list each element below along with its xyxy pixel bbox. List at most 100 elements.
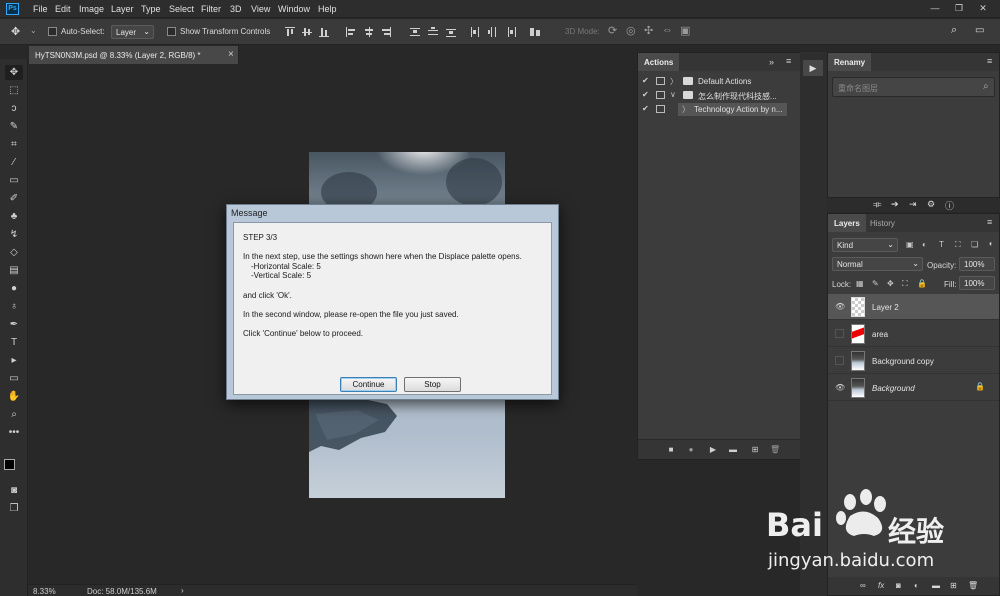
collapse-icon[interactable]: ∨ bbox=[670, 90, 676, 99]
filter-smart-object-icon[interactable]: ❏ bbox=[971, 240, 978, 249]
menu-edit[interactable]: Edit bbox=[55, 4, 71, 14]
quick-select-tool-icon[interactable]: ✎ bbox=[5, 119, 23, 134]
visibility-toggle[interactable] bbox=[835, 356, 844, 365]
distribute-left-icon[interactable] bbox=[470, 27, 480, 37]
move-tool-icon[interactable]: ✥ bbox=[5, 65, 23, 80]
marquee-tool-icon[interactable]: ⬚ bbox=[5, 83, 23, 98]
panel-menu-icon[interactable]: ≡ bbox=[786, 56, 791, 66]
align-hcenter-icon[interactable] bbox=[364, 27, 374, 37]
brush-tool-icon[interactable]: ✐ bbox=[5, 191, 23, 206]
stop-button[interactable]: Stop bbox=[404, 377, 461, 392]
filter-toggle-icon[interactable]: ◖ bbox=[988, 239, 993, 248]
zoom-level[interactable]: 8.33% bbox=[33, 587, 56, 596]
lock-transparent-icon[interactable]: ▦ bbox=[856, 279, 864, 288]
tab-renamy[interactable]: Renamy bbox=[828, 53, 872, 71]
workspace-icon[interactable]: ▭ bbox=[975, 25, 984, 36]
minimize-button[interactable]: — bbox=[928, 2, 942, 14]
stop-recording-icon[interactable]: ■ bbox=[666, 445, 676, 455]
expand-icon[interactable]: 〉 bbox=[682, 104, 690, 115]
layer-style-icon[interactable]: fx bbox=[878, 581, 884, 590]
gradient-tool-icon[interactable]: ▤ bbox=[5, 263, 23, 278]
blur-tool-icon[interactable]: ● bbox=[5, 281, 23, 296]
layer-name[interactable]: area bbox=[872, 330, 888, 339]
path-select-tool-icon[interactable]: ▸ bbox=[5, 353, 23, 368]
align-left-icon[interactable] bbox=[346, 27, 356, 37]
auto-align-icon[interactable] bbox=[530, 27, 540, 37]
zoom-tool-icon[interactable]: ⌕ bbox=[5, 407, 23, 422]
document-tab[interactable]: HyTSN0N3M.psd @ 8.33% (Layer 2, RGB/8) *… bbox=[29, 46, 239, 64]
play-panel-icon[interactable]: ▶ bbox=[803, 60, 823, 76]
menu-layer[interactable]: Layer bbox=[111, 4, 134, 14]
rectangle-tool-icon[interactable]: ▭ bbox=[5, 371, 23, 386]
menu-3d[interactable]: 3D bbox=[230, 4, 242, 14]
rename-tool-icon[interactable]: ⟚ bbox=[873, 199, 882, 210]
menu-image[interactable]: Image bbox=[79, 4, 104, 14]
layer-row[interactable]: Background copy bbox=[828, 348, 999, 374]
auto-select-dropdown[interactable]: Layer ⌄ bbox=[111, 25, 154, 39]
new-group-icon[interactable]: ▬ bbox=[932, 581, 940, 590]
tab-actions[interactable]: Actions bbox=[638, 53, 680, 71]
record-icon[interactable]: ● bbox=[686, 445, 696, 455]
status-menu-arrow-icon[interactable]: › bbox=[181, 586, 184, 595]
show-transform-checkbox[interactable] bbox=[167, 27, 176, 36]
link-layers-icon[interactable]: ∞ bbox=[860, 581, 866, 590]
layer-name[interactable]: Background bbox=[872, 384, 915, 393]
eraser-tool-icon[interactable]: ◇ bbox=[5, 245, 23, 260]
distribute-vcenter-icon[interactable] bbox=[428, 27, 438, 37]
screen-mode-icon[interactable]: ❐ bbox=[5, 501, 23, 516]
forward-icon[interactable]: ⇥ bbox=[909, 199, 917, 210]
info-icon[interactable]: ⓘ bbox=[945, 199, 954, 212]
align-right-icon[interactable] bbox=[381, 27, 391, 37]
more-tools-icon[interactable]: ••• bbox=[5, 425, 23, 440]
lock-all-icon[interactable]: 🔒 bbox=[917, 279, 927, 288]
toggle-check-icon[interactable]: ✔ bbox=[642, 104, 649, 113]
layer-name[interactable]: Background copy bbox=[872, 357, 934, 366]
3d-pan-icon[interactable]: ✣ bbox=[644, 24, 653, 37]
blend-mode-dropdown[interactable]: Normal ⌄ bbox=[832, 257, 923, 271]
rename-input[interactable]: 重命名图层 ⌕ bbox=[832, 77, 995, 97]
close-button[interactable]: ✕ bbox=[976, 2, 990, 14]
dodge-tool-icon[interactable]: ♁ bbox=[5, 299, 23, 314]
menu-view[interactable]: View bbox=[251, 4, 270, 14]
tab-layers[interactable]: Layers bbox=[828, 214, 866, 232]
menu-window[interactable]: Window bbox=[278, 4, 310, 14]
distribute-hcenter-icon[interactable] bbox=[488, 27, 498, 37]
pen-tool-icon[interactable]: ✒ bbox=[5, 317, 23, 332]
filter-shape-icon[interactable]: ⛶ bbox=[955, 240, 961, 250]
align-top-icon[interactable] bbox=[285, 27, 295, 37]
search-icon[interactable]: ⌕ bbox=[951, 24, 957, 37]
menu-select[interactable]: Select bbox=[169, 4, 194, 14]
foreground-color-swatch[interactable] bbox=[4, 459, 15, 470]
new-action-icon[interactable]: ⊞ bbox=[750, 445, 760, 455]
add-mask-icon[interactable]: ◙ bbox=[896, 581, 901, 590]
3d-scale-icon[interactable]: ▣ bbox=[680, 24, 690, 37]
fill-input[interactable]: 100% bbox=[959, 276, 995, 290]
expand-icon[interactable]: 〉 bbox=[670, 76, 678, 87]
delete-layer-icon[interactable]: 🗑 bbox=[968, 581, 978, 590]
delete-icon[interactable]: 🗑 bbox=[770, 445, 780, 455]
dialog-toggle-icon[interactable] bbox=[656, 105, 665, 113]
eye-icon[interactable]: 👁 bbox=[835, 383, 845, 392]
healing-brush-tool-icon[interactable]: ▭ bbox=[5, 173, 23, 188]
move-tool-icon[interactable]: ✥ bbox=[11, 25, 20, 38]
layer-name[interactable]: Layer 2 bbox=[872, 303, 899, 312]
distribute-right-icon[interactable] bbox=[506, 27, 516, 37]
history-brush-tool-icon[interactable]: ↯ bbox=[5, 227, 23, 242]
play-selection-icon[interactable]: ▶ bbox=[708, 445, 718, 455]
collapse-panel-icon[interactable]: » bbox=[769, 57, 774, 67]
lock-artboard-icon[interactable]: ⛶ bbox=[902, 279, 908, 289]
adjustment-layer-icon[interactable]: ◐ bbox=[914, 581, 919, 590]
dialog-toggle-icon[interactable] bbox=[656, 91, 665, 99]
menu-type[interactable]: Type bbox=[141, 4, 161, 14]
lock-position-icon[interactable]: ✥ bbox=[887, 279, 894, 288]
auto-select-checkbox[interactable] bbox=[48, 27, 57, 36]
filter-pixel-icon[interactable]: ▣ bbox=[906, 240, 914, 249]
arrow-right-icon[interactable]: ➔ bbox=[891, 199, 899, 210]
document-close-button[interactable]: × bbox=[228, 49, 234, 60]
distribute-top-icon[interactable] bbox=[410, 27, 420, 37]
distribute-bottom-icon[interactable] bbox=[446, 27, 456, 37]
action-row[interactable]: ✔ 〉 Technology Action by n... bbox=[638, 103, 822, 116]
filter-adjustment-icon[interactable]: ◐ bbox=[922, 240, 927, 249]
align-vcenter-icon[interactable] bbox=[302, 27, 312, 37]
layer-row[interactable]: 👁 Layer 2 bbox=[828, 294, 999, 320]
